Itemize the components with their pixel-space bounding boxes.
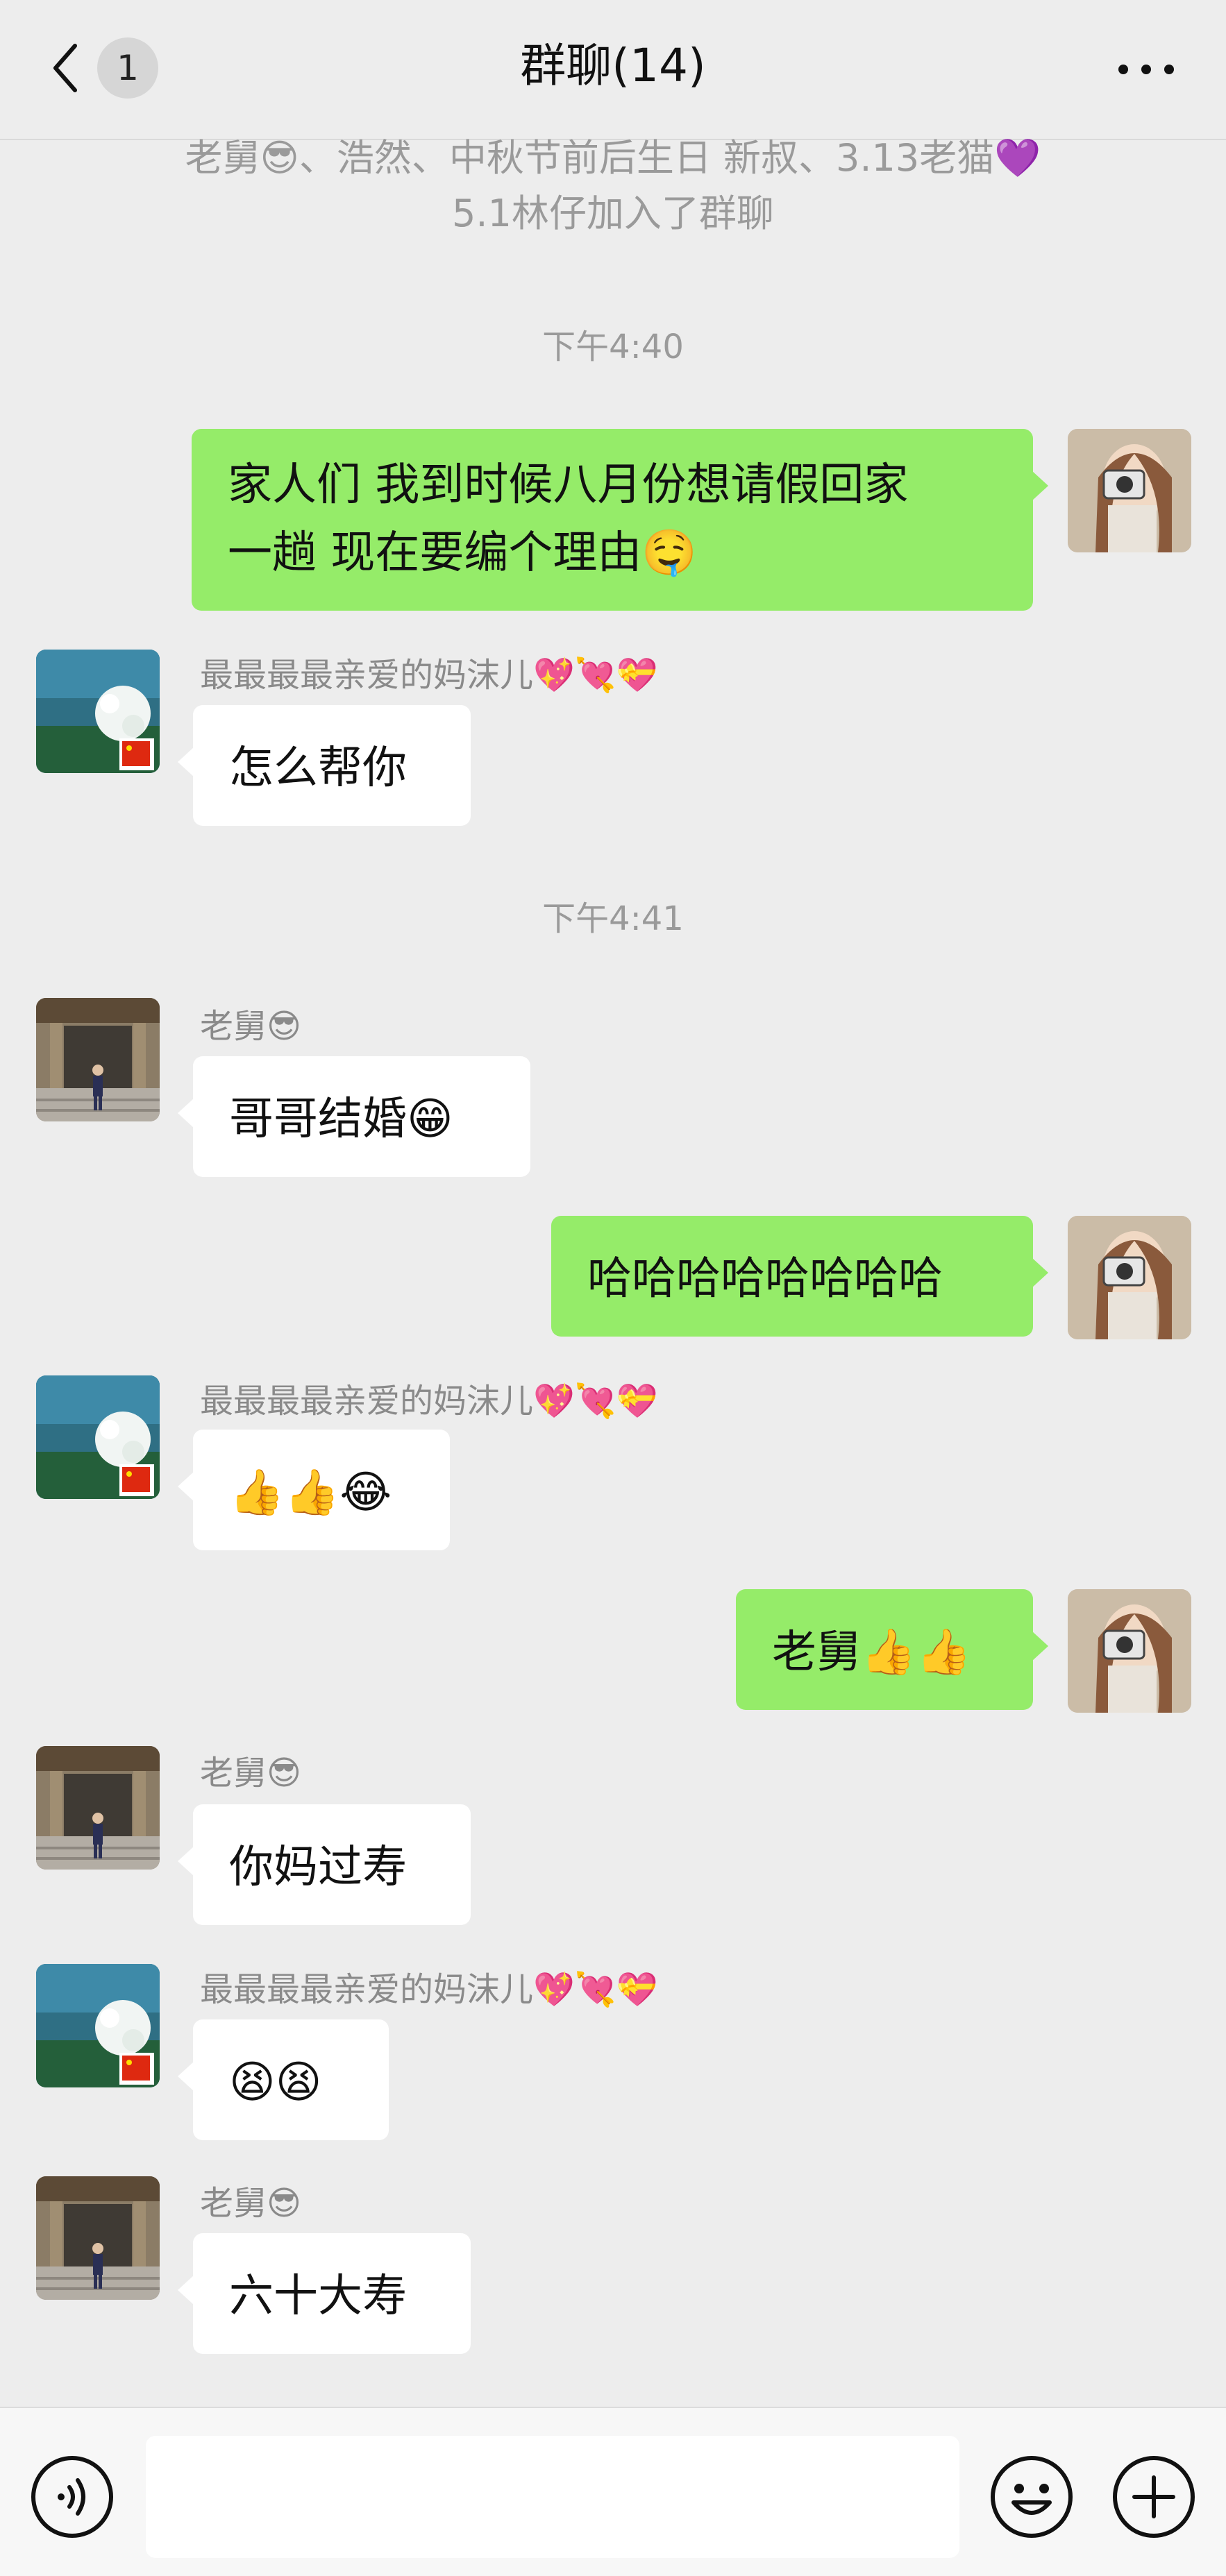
message-input[interactable] — [146, 2436, 959, 2558]
system-notice-line: 5.1林仔加入了群聊 — [452, 192, 774, 235]
sender-name: 最最最最亲爱的妈沫儿💖💘💝 — [200, 656, 658, 695]
timestamp: 下午4:40 — [542, 328, 684, 366]
more-button[interactable] — [1115, 56, 1177, 83]
outgoing-message-bubble[interactable]: 哈哈哈哈哈哈哈哈 — [551, 1216, 1048, 1337]
sender-name: 最最最最亲爱的妈沫儿💖💘💝 — [200, 1970, 658, 2009]
sender-name: 老舅😎 — [200, 2184, 302, 2223]
incoming-message-bubble[interactable]: 👍👍😂 — [178, 1430, 450, 1550]
incoming-message-bubble[interactable]: 哥哥结婚😁 — [178, 1056, 530, 1177]
voice-button[interactable] — [29, 2454, 115, 2540]
outgoing-message-bubble[interactable]: 家人们 我到时候八月份想请假回家 一趟 现在要编个理由🤤 — [192, 429, 1048, 611]
incoming-message-bubble[interactable]: 😫😫 — [178, 2019, 389, 2140]
plus-icon — [1113, 2456, 1195, 2538]
sender-avatar-mom[interactable] — [36, 1964, 160, 2087]
timestamp: 下午4:41 — [542, 899, 684, 938]
sender-avatar-mom[interactable] — [36, 650, 160, 773]
more-functions-button[interactable] — [1111, 2454, 1197, 2540]
sender-avatar-mom[interactable] — [36, 1375, 160, 1499]
message-text: 家人们 我到时候八月份想请假回家 — [228, 459, 909, 511]
system-notice: 老舅😎、浩然、中秋节前后生日 新叔、3.13老猫💜 5.1林仔加入了群聊 — [69, 130, 1157, 242]
emoji-icon — [991, 2456, 1073, 2538]
chat-title: 群聊(14) — [520, 39, 706, 92]
more-dots-icon — [1118, 65, 1174, 74]
sender-name: 最最最最亲爱的妈沫儿💖💘💝 — [200, 1382, 658, 1421]
message-text: 一趟 现在要编个理由🤤 — [228, 527, 698, 579]
chat-header: 1 群聊(14) — [0, 0, 1226, 140]
incoming-message-bubble[interactable]: 怎么帮你 — [178, 705, 471, 826]
incoming-message-bubble[interactable]: 你妈过寿 — [178, 1804, 471, 1925]
voice-icon — [31, 2456, 113, 2538]
system-notice-line: 老舅😎、浩然、中秋节前后生日 新叔、3.13老猫💜 — [185, 136, 1041, 180]
my-avatar[interactable] — [1068, 1216, 1191, 1339]
sender-avatar-uncle[interactable] — [36, 998, 160, 1121]
sender-avatar-uncle[interactable] — [36, 2176, 160, 2300]
outgoing-message-bubble[interactable]: 老舅👍👍 — [736, 1589, 1048, 1710]
my-avatar[interactable] — [1068, 1589, 1191, 1713]
incoming-message-bubble[interactable]: 六十大寿 — [178, 2233, 471, 2354]
input-bar — [0, 2407, 1226, 2576]
sender-name: 老舅😎 — [200, 1754, 302, 1793]
sender-avatar-uncle[interactable] — [36, 1746, 160, 1870]
my-avatar[interactable] — [1068, 429, 1191, 552]
sender-name: 老舅😎 — [200, 1007, 302, 1046]
emoji-button[interactable] — [989, 2454, 1075, 2540]
